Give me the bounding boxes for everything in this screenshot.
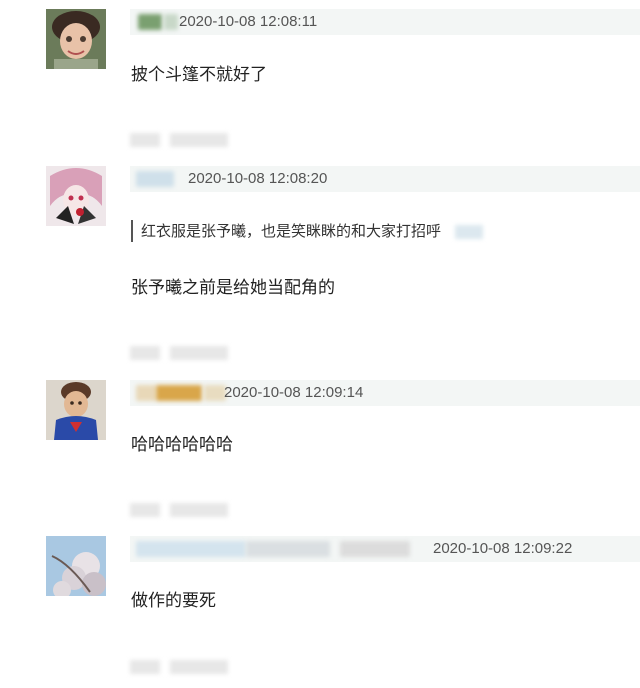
comment-text: 披个斗篷不就好了 <box>131 65 267 85</box>
comment-actions-blurred[interactable] <box>130 131 230 149</box>
comment-meta-bar: 2020-10-08 12:08:11 <box>130 9 640 35</box>
username-blurred[interactable] <box>246 541 330 557</box>
quoted-reply: 红衣服是张予曦，也是笑眯眯的和大家打招呼 <box>131 220 484 242</box>
comment-actions-blurred[interactable] <box>130 501 230 519</box>
comment-text: 张予曦之前是给她当配角的 <box>131 278 335 298</box>
username-blurred[interactable] <box>204 385 226 401</box>
comment-actions-blurred[interactable] <box>130 658 230 676</box>
comment-timestamp: 2020-10-08 12:09:14 <box>224 384 364 401</box>
comment-text: 做作的要死 <box>131 591 216 611</box>
comment-actions-blurred[interactable] <box>130 344 230 362</box>
avatar[interactable] <box>46 380 106 440</box>
username-blurred[interactable] <box>136 385 156 401</box>
avatar[interactable] <box>46 536 106 596</box>
comment-timestamp: 2020-10-08 12:09:22 <box>433 540 573 557</box>
quoted-text: 红衣服是张予曦，也是笑眯眯的和大家打招呼 <box>141 222 442 240</box>
username-blurred[interactable] <box>136 171 174 187</box>
avatar[interactable] <box>46 166 106 226</box>
username-blurred[interactable] <box>340 541 410 557</box>
comment-text: 哈哈哈哈哈哈 <box>131 435 233 455</box>
comment-timestamp: 2020-10-08 12:08:11 <box>179 13 318 30</box>
quoted-username-blurred[interactable] <box>455 224 484 239</box>
username-blurred[interactable] <box>164 14 178 30</box>
username-blurred[interactable] <box>136 541 246 557</box>
username-blurred[interactable] <box>138 14 162 30</box>
username-blurred[interactable] <box>156 385 202 401</box>
comment-timestamp: 2020-10-08 12:08:20 <box>188 170 328 187</box>
avatar[interactable] <box>46 9 106 69</box>
comment-meta-bar: 2020-10-08 12:09:14 <box>130 380 640 406</box>
comment-meta-bar: 2020-10-08 12:08:20 <box>130 166 640 192</box>
comment-meta-bar: 2020-10-08 12:09:22 <box>130 536 640 562</box>
